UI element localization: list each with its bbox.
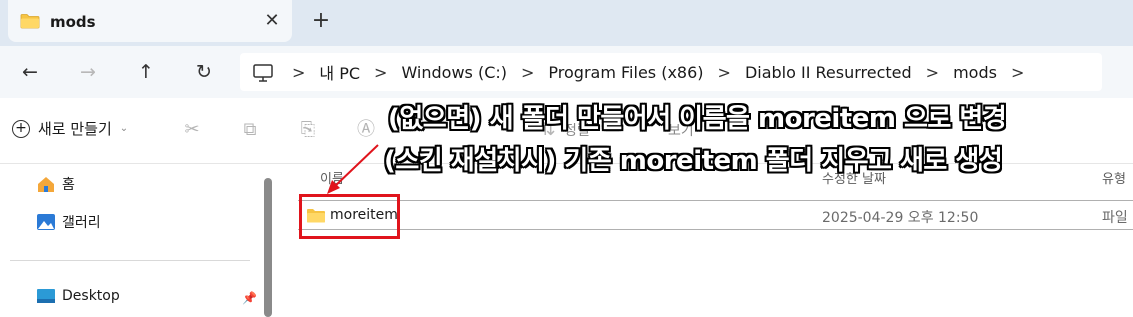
- sidebar-scrollbar[interactable]: [264, 178, 272, 317]
- copy-icon[interactable]: ⧉: [238, 118, 262, 142]
- navigation-bar: ← → ↑ ↻ > 내 PC > Windows (C:) > Program …: [0, 46, 1133, 98]
- breadcrumb-separator[interactable]: >: [718, 63, 731, 82]
- new-button[interactable]: + 새로 만들기 ⌄: [12, 118, 128, 139]
- breadcrumb-separator[interactable]: >: [521, 63, 534, 82]
- pin-icon[interactable]: 📌: [242, 291, 257, 305]
- up-arrow-icon[interactable]: ↑: [132, 58, 160, 86]
- back-arrow-icon[interactable]: ←: [16, 58, 44, 86]
- column-header-name[interactable]: 이름: [320, 168, 344, 187]
- cut-icon[interactable]: ✂: [180, 118, 204, 142]
- breadcrumb-item-diablo[interactable]: Diablo II Resurrected: [745, 63, 912, 82]
- breadcrumb-item-program-files[interactable]: Program Files (x86): [548, 63, 703, 82]
- address-bar[interactable]: > 내 PC > Windows (C:) > Program Files (x…: [240, 53, 1102, 91]
- plus-icon: +: [12, 119, 30, 138]
- tab-bar: mods ✕ +: [0, 0, 1133, 46]
- breadcrumb-separator[interactable]: >: [1011, 63, 1024, 82]
- desktop-icon: [37, 289, 55, 303]
- column-header-type[interactable]: 유형: [1102, 168, 1126, 187]
- this-pc-icon: [253, 64, 273, 82]
- close-icon[interactable]: ✕: [260, 9, 284, 33]
- chevron-down-icon: ⌄: [119, 123, 129, 134]
- divider: [10, 260, 250, 261]
- breadcrumb-separator[interactable]: >: [926, 63, 939, 82]
- gallery-icon: [37, 214, 55, 230]
- home-icon: [38, 177, 54, 192]
- sidebar-item-gallery[interactable]: 갤러리: [36, 212, 101, 232]
- breadcrumb-item-my-pc[interactable]: 내 PC: [319, 60, 360, 84]
- folder-icon: [20, 14, 40, 29]
- sidebar-item-desktop[interactable]: Desktop: [36, 288, 120, 304]
- file-list: 이름 수정한 날짜 유형 moreitem 2025-04-29 오후 12:5…: [284, 164, 1133, 317]
- breadcrumb-item-windows-c[interactable]: Windows (C:): [401, 63, 507, 82]
- new-tab-button[interactable]: +: [308, 9, 334, 35]
- rename-icon[interactable]: Ⓐ: [354, 118, 378, 142]
- file-date: 2025-04-29 오후 12:50: [822, 210, 979, 226]
- breadcrumb-separator[interactable]: >: [292, 63, 305, 82]
- tab-title: mods: [50, 13, 96, 31]
- sidebar-item-label: 홈: [62, 177, 75, 193]
- file-type: 파일: [1102, 210, 1128, 226]
- forward-arrow-icon[interactable]: →: [74, 58, 102, 86]
- breadcrumb-separator[interactable]: >: [374, 63, 387, 82]
- sidebar-item-home[interactable]: 홈: [36, 174, 75, 194]
- annotation-line-1: (없으면) 새 폴더 만들어서 이름을 moreitem 으로 변경: [388, 104, 1007, 134]
- sidebar-item-label: Desktop: [62, 288, 120, 304]
- breadcrumb-item-mods[interactable]: mods: [953, 63, 997, 82]
- paste-icon[interactable]: ⎘: [296, 118, 320, 142]
- annotation-line-2: (스킨 재설치시) 기존 moreitem 폴더 지우고 새로 생성: [384, 146, 1003, 176]
- refresh-icon[interactable]: ↻: [190, 58, 218, 86]
- table-row[interactable]: moreitem 2025-04-29 오후 12:50 파일: [298, 200, 1133, 230]
- sidebar-item-label: 갤러리: [62, 215, 101, 231]
- breadcrumb: > 내 PC > Windows (C:) > Program Files (x…: [292, 53, 1038, 91]
- tab-mods[interactable]: mods ✕: [8, 0, 292, 42]
- navigation-pane: 홈 갤러리 Desktop 📌: [0, 164, 272, 317]
- new-button-label: 새로 만들기: [38, 120, 112, 138]
- highlight-box: [299, 194, 400, 239]
